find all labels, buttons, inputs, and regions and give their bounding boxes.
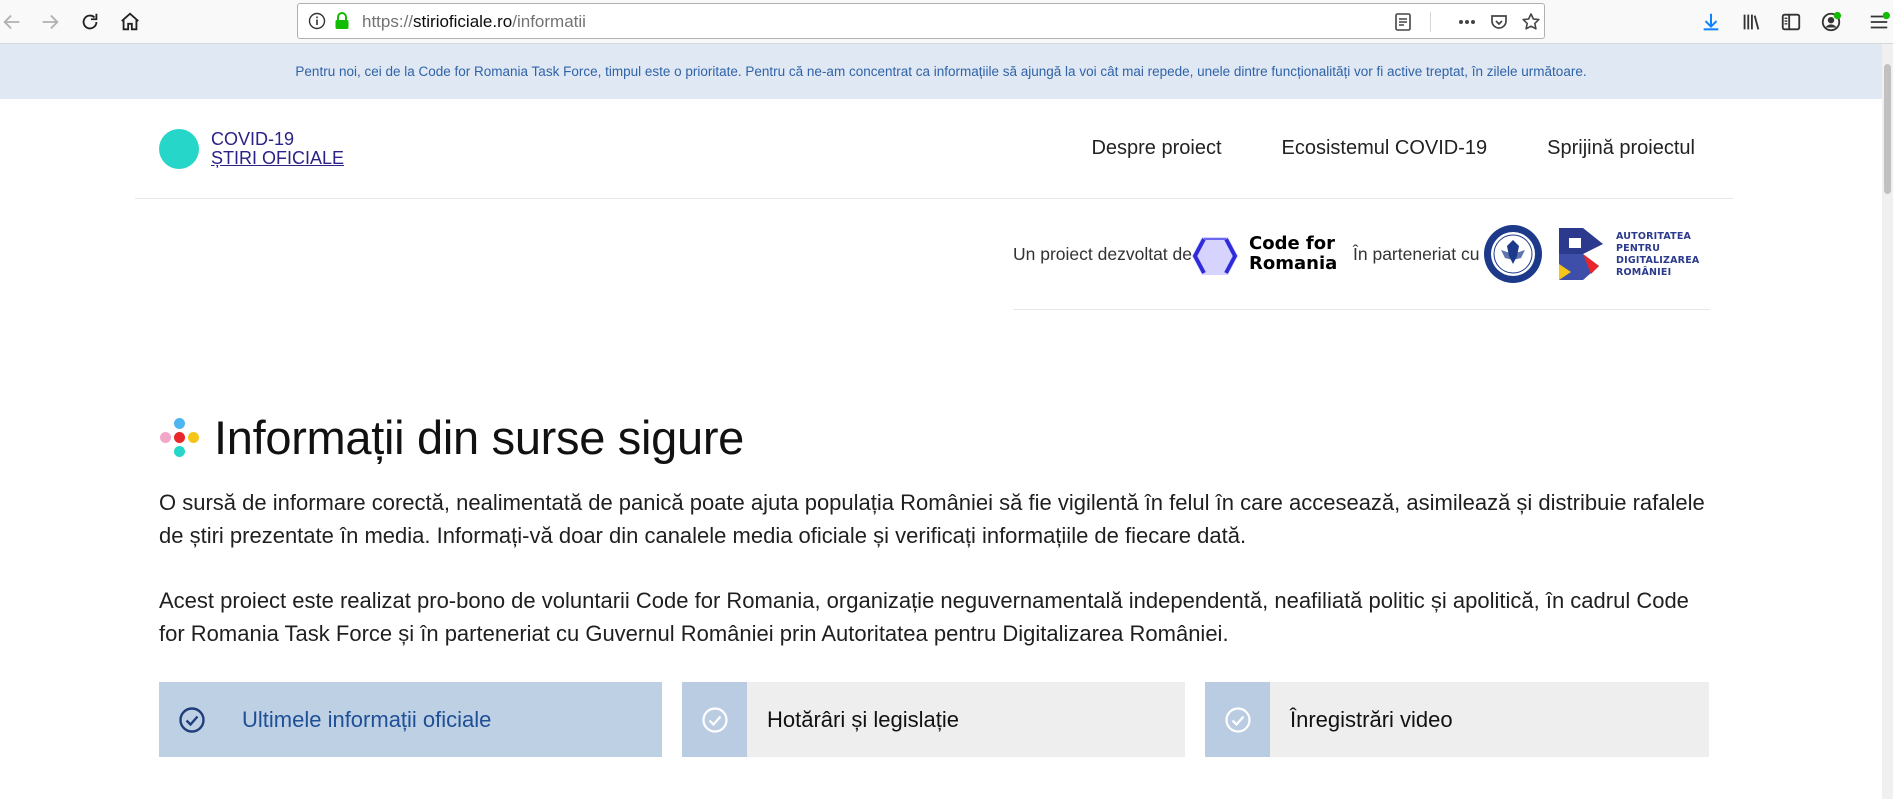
browser-toolbar: https://stirioficiale.ro/informatii [0, 0, 1893, 44]
adr-line2: PENTRU [1616, 243, 1661, 254]
page-heading: Informații din surse sigure [160, 410, 744, 465]
bookmark-star-icon[interactable] [1519, 10, 1543, 34]
adr-line4: ROMÂNIEI [1616, 267, 1672, 278]
logo-text: COVID-19 ȘTIRI OFICIALE [211, 130, 344, 168]
partnership-label: În parteneriat cu [1353, 244, 1480, 264]
cfr-line2: Romania [1249, 253, 1338, 274]
scrollbar-thumb[interactable] [1884, 64, 1891, 194]
download-icon[interactable] [1693, 4, 1729, 40]
check-circle-icon [1205, 682, 1270, 757]
reload-icon[interactable] [72, 4, 108, 40]
developed-by-label: Un proiect dezvoltat de [1013, 244, 1192, 264]
lock-icon [335, 12, 349, 29]
code-for-romania-wordmark: Code for Romania [1249, 234, 1337, 274]
tab-label: Înregistrări video [1290, 706, 1453, 732]
main-nav: Despre proiect Ecosistemul COVID-19 Spri… [1091, 137, 1695, 160]
tab-label: Hotărâri și legislație [767, 706, 959, 732]
back-icon[interactable] [0, 4, 30, 40]
tab-inregistrari-video[interactable]: Înregistrări video [1205, 682, 1709, 757]
tab-ultimele-informatii[interactable]: Ultimele informații oficiale [159, 682, 662, 757]
url-prefix: https:// [362, 12, 414, 31]
notice-text: Pentru noi, cei de la Code for Romania T… [295, 64, 1587, 79]
sidebar-icon[interactable] [1773, 4, 1809, 40]
nav-ecosistemul-covid[interactable]: Ecosistemul COVID-19 [1282, 137, 1488, 160]
url-text[interactable]: https://stirioficiale.ro/informatii [362, 12, 586, 32]
adr-line1: AUTORITATEA [1616, 231, 1692, 242]
pocket-icon[interactable] [1487, 10, 1511, 34]
colored-dots-icon [160, 417, 200, 458]
adr-logo-icon[interactable] [1555, 224, 1607, 284]
about-paragraph: Acest proiect este realizat pro-bono de … [159, 588, 1689, 646]
info-icon[interactable] [308, 12, 326, 30]
urlbar-separator [1430, 12, 1431, 32]
partners-strip: Un proiect dezvoltat de Code for Romania… [1013, 218, 1710, 310]
url-path: /informatii [512, 12, 586, 31]
site-header: COVID-19 ȘTIRI OFICIALE Despre proiect E… [135, 99, 1733, 199]
library-icon[interactable] [1733, 4, 1769, 40]
url-domain: stirioficiale.ro [413, 12, 513, 31]
cfr-line1: Code for [1249, 233, 1336, 254]
check-circle-icon [159, 682, 224, 757]
government-seal-icon[interactable] [1483, 224, 1543, 284]
logo-line1: COVID-19 [211, 129, 295, 149]
more-actions-icon[interactable] [1455, 10, 1479, 34]
address-bar[interactable]: https://stirioficiale.ro/informatii [297, 3, 1545, 39]
menu-icon[interactable] [1861, 4, 1893, 40]
nav-sprijina-proiectul[interactable]: Sprijină proiectul [1547, 137, 1695, 160]
notice-banner: Pentru noi, cei de la Code for Romania T… [0, 44, 1882, 99]
account-icon[interactable] [1813, 4, 1849, 40]
code-for-romania-logo-icon[interactable] [1190, 235, 1240, 277]
logo-dot [159, 129, 199, 169]
page-title: Informații din surse sigure [214, 411, 745, 464]
adr-line3: DIGITALIZAREA [1616, 255, 1700, 266]
page-scrollbar[interactable] [1882, 44, 1893, 799]
forward-icon[interactable] [32, 4, 68, 40]
intro-paragraph: O sursă de informare corectă, nealimenta… [159, 490, 1705, 548]
nav-despre-proiect[interactable]: Despre proiect [1091, 137, 1221, 160]
tab-hotarari-legislatie[interactable]: Hotărâri și legislație [682, 682, 1185, 757]
check-circle-icon [682, 682, 747, 757]
reader-view-icon[interactable] [1391, 10, 1415, 34]
logo-line2[interactable]: ȘTIRI OFICIALE [211, 149, 344, 168]
home-icon[interactable] [112, 4, 148, 40]
site-logo[interactable]: COVID-19 ȘTIRI OFICIALE [159, 129, 344, 169]
tab-label: Ultimele informații oficiale [242, 706, 492, 732]
adr-wordmark: AUTORITATEA PENTRU DIGITALIZAREA ROMÂNIE… [1616, 231, 1699, 279]
